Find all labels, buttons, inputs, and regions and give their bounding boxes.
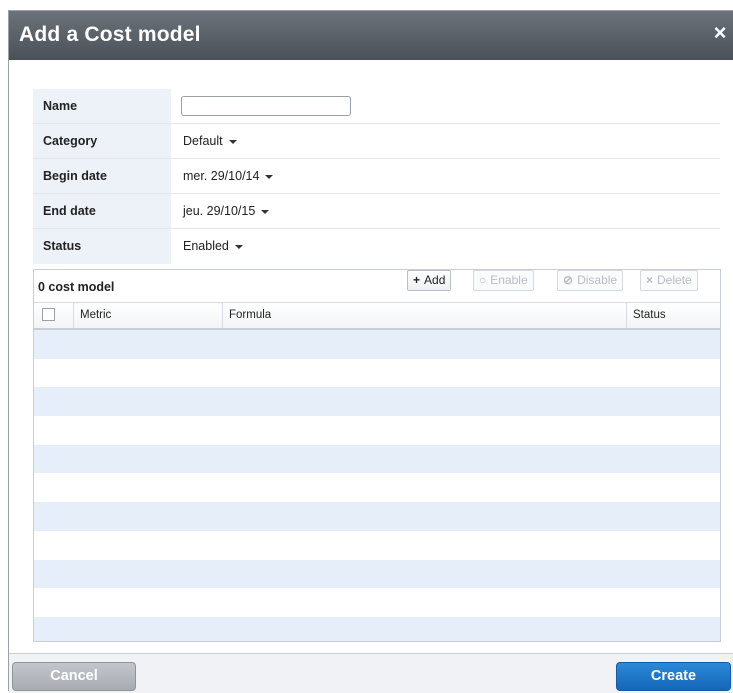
grid-header: Metric Formula Status <box>34 302 720 330</box>
chevron-down-icon <box>265 174 274 179</box>
empty-grid-row <box>34 502 720 531</box>
column-header-status[interactable]: Status <box>627 303 720 328</box>
ban-icon: ⊘ <box>563 273 574 287</box>
close-icon[interactable]: × <box>709 21 731 45</box>
close-icon: × <box>646 273 654 287</box>
empty-grid-row <box>34 387 720 417</box>
form-row-begin-date: Begin date mer. 29/10/14 <box>33 159 720 194</box>
chevron-down-icon <box>228 139 237 144</box>
select-all-checkbox[interactable] <box>42 308 55 321</box>
chevron-down-icon <box>261 209 270 214</box>
disable-button-label: Disable <box>577 273 618 287</box>
name-label: Name <box>33 89 171 123</box>
chevron-down-icon <box>234 244 243 249</box>
form-row-status: Status Enabled <box>33 229 720 264</box>
empty-grid-row <box>34 416 720 445</box>
category-dropdown[interactable]: Default <box>171 124 720 158</box>
column-header-metric[interactable]: Metric <box>74 303 223 328</box>
status-value: Enabled <box>183 239 229 253</box>
enable-button[interactable]: ○ Enable <box>473 270 534 291</box>
end-date-picker[interactable]: jeu. 29/10/15 <box>171 194 720 228</box>
cancel-button[interactable]: Cancel <box>12 662 136 691</box>
category-value: Default <box>183 134 223 148</box>
dialog-title: Add a Cost model <box>19 23 201 46</box>
delete-button-label: Delete <box>657 273 692 287</box>
empty-grid-row <box>34 588 720 617</box>
select-all-column <box>34 303 74 328</box>
grid-body <box>34 330 720 641</box>
name-value-cell <box>171 89 720 123</box>
form-row-category: Category Default <box>33 124 720 159</box>
circle-icon: ○ <box>479 273 487 287</box>
column-header-formula[interactable]: Formula <box>223 303 627 328</box>
empty-grid-row <box>34 559 720 589</box>
disable-button[interactable]: ⊘ Disable <box>557 270 624 291</box>
cost-model-grid: 0 cost model + Add ○ Enable ⊘ Disable × Dele… <box>33 269 721 642</box>
grid-toolbar: 0 cost model + Add ○ Enable ⊘ Disable × Dele… <box>34 270 720 302</box>
cost-model-count: 0 cost model <box>38 280 115 294</box>
form-row-end-date: End date jeu. 29/10/15 <box>33 194 720 229</box>
add-button[interactable]: + Add <box>407 270 452 291</box>
plus-icon: + <box>413 273 421 287</box>
add-button-label: Add <box>424 273 446 287</box>
status-dropdown[interactable]: Enabled <box>171 229 720 264</box>
dialog-titlebar: Add a Cost model × <box>9 11 733 60</box>
dialog-footer: Cancel Create <box>9 653 733 693</box>
begin-date-label: Begin date <box>33 159 171 193</box>
begin-date-value: mer. 29/10/14 <box>183 169 260 183</box>
add-cost-model-dialog: Add a Cost model × Name Category Default… <box>8 10 733 693</box>
delete-button[interactable]: × Delete <box>640 270 698 291</box>
empty-grid-row <box>34 358 720 388</box>
cost-model-form: Name Category Default Begin date mer. 29… <box>33 89 720 264</box>
empty-grid-row <box>34 530 720 560</box>
create-button[interactable]: Create <box>616 662 731 691</box>
category-label: Category <box>33 124 171 158</box>
enable-button-label: Enable <box>490 273 528 287</box>
empty-grid-row <box>34 473 720 503</box>
empty-grid-row <box>34 444 720 474</box>
status-label: Status <box>33 229 171 264</box>
form-row-name: Name <box>33 89 720 124</box>
begin-date-picker[interactable]: mer. 29/10/14 <box>171 159 720 193</box>
end-date-label: End date <box>33 194 171 228</box>
empty-grid-row <box>34 330 720 359</box>
name-input[interactable] <box>181 96 351 116</box>
end-date-value: jeu. 29/10/15 <box>183 204 256 218</box>
empty-grid-row <box>34 616 720 641</box>
